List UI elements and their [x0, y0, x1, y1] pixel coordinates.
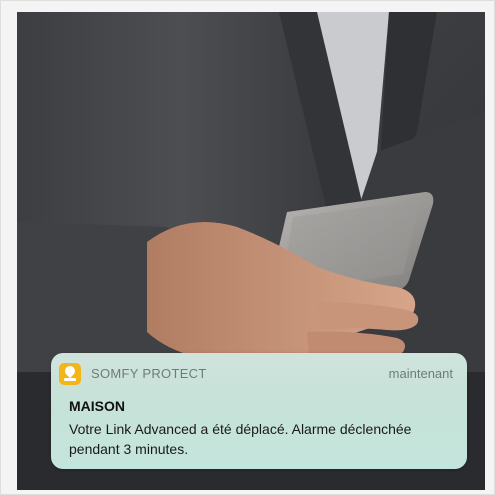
- notification-title: MAISON: [69, 398, 125, 414]
- home-pin-icon: [59, 363, 81, 385]
- notification-body: Votre Link Advanced a été déplacé. Alarm…: [69, 421, 412, 457]
- app-name: SOMFY PROTECT: [91, 366, 207, 381]
- notification-header: SOMFY PROTECT maintenant: [59, 363, 453, 385]
- notification-timestamp: maintenant: [388, 366, 453, 381]
- image-frame: SOMFY PROTECT maintenant MAISON Votre Li…: [0, 0, 495, 495]
- push-notification[interactable]: SOMFY PROTECT maintenant MAISON Votre Li…: [51, 353, 467, 469]
